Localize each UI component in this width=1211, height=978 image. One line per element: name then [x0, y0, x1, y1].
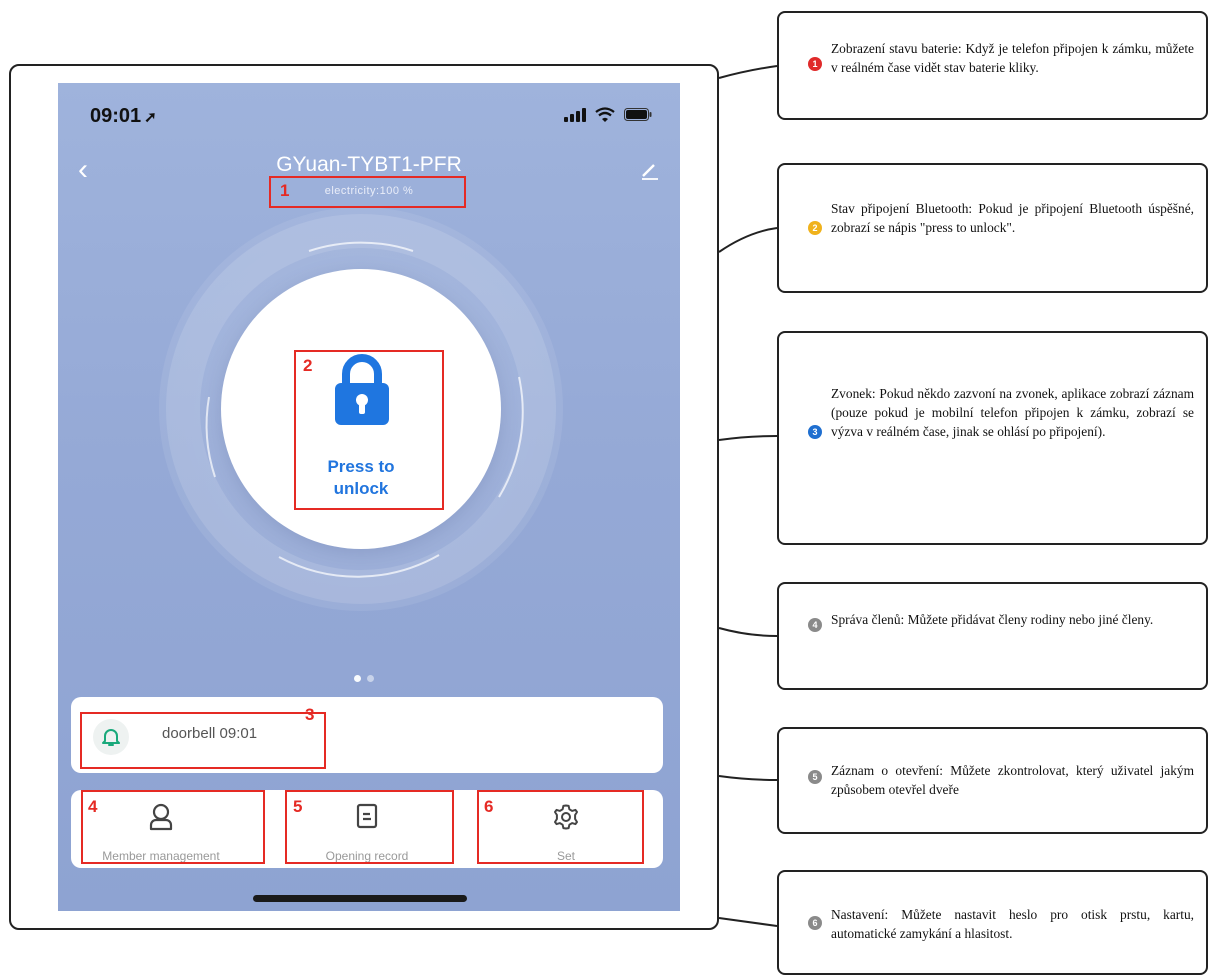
- callout-text-6: Nastavení: Můžete nastavit heslo pro oti…: [831, 907, 1194, 941]
- callout-battery: 1 Zobrazení stavu baterie: Když je telef…: [777, 11, 1208, 120]
- page-indicator: [354, 675, 374, 682]
- callout-marker-6: 6: [808, 916, 822, 930]
- highlight-number-2: 2: [303, 356, 313, 375]
- callout-doorbell: 3 Zvonek: Pokud někdo zazvoní na zvonek,…: [777, 331, 1208, 545]
- callout-marker-1: 1: [808, 57, 822, 71]
- battery-icon: [624, 108, 652, 121]
- callout-marker-3: 3: [808, 425, 822, 439]
- callout-opening-record: 5 Záznam o otevření: Můžete zkontrolovat…: [777, 727, 1208, 834]
- callout-members: 4 Správa členů: Můžete přidávat členy ro…: [777, 582, 1208, 690]
- highlight-number-6: 6: [484, 797, 494, 816]
- page-dot: [367, 675, 374, 682]
- status-time: 09:01 ➚: [90, 105, 157, 127]
- callout-text-4: Správa členů: Můžete přidávat členy rodi…: [831, 612, 1154, 627]
- page-dot-active: [354, 675, 361, 682]
- signal-icon: [564, 107, 586, 122]
- callout-settings: 6 Nastavení: Můžete nastavit heslo pro o…: [777, 870, 1208, 975]
- callout-text-1: Zobrazení stavu baterie: Když je telefon…: [831, 41, 1194, 75]
- callout-marker-2: 2: [808, 221, 822, 235]
- highlight-number-3: 3: [305, 705, 315, 724]
- callout-text-2: Stav připojení Bluetooth: Pokud je připo…: [831, 201, 1194, 235]
- highlight-box-3: [80, 712, 326, 769]
- highlight-box-5: [285, 790, 454, 864]
- callout-text-3: Zvonek: Pokud někdo zazvoní na zvonek, a…: [831, 386, 1194, 439]
- status-icons: [564, 107, 652, 122]
- callout-bluetooth: 2 Stav připojení Bluetooth: Pokud je při…: [777, 163, 1208, 293]
- callout-marker-5: 5: [808, 770, 822, 784]
- home-indicator: [253, 895, 467, 902]
- highlight-number-4: 4: [88, 797, 98, 816]
- device-title: GYuan-TYBT1-PFR: [276, 153, 462, 176]
- highlight-number-1: 1: [280, 181, 290, 200]
- highlight-box-2: [294, 350, 444, 510]
- location-arrow-icon: ➚: [144, 109, 157, 126]
- wifi-icon: [595, 107, 615, 122]
- highlight-box-6: [477, 790, 644, 864]
- callout-text-5: Záznam o otevření: Můžete zkontrolovat, …: [831, 763, 1194, 797]
- highlight-box-4: [81, 790, 265, 864]
- highlight-number-5: 5: [293, 797, 303, 816]
- highlight-box-1: [269, 176, 466, 208]
- callout-marker-4: 4: [808, 618, 822, 632]
